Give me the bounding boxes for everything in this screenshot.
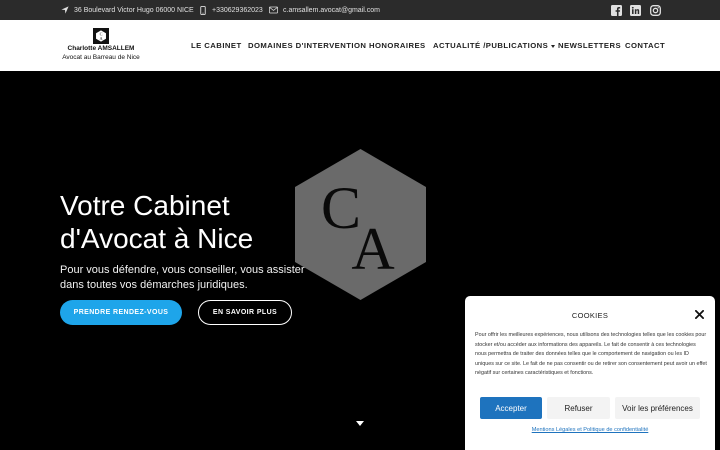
- nav-honoraires[interactable]: HONORAIRES: [369, 40, 426, 51]
- linkedin-icon[interactable]: [629, 4, 641, 16]
- envelope-icon: [269, 6, 278, 15]
- cookie-description: Pour offrir les meilleures expériences, …: [475, 332, 707, 377]
- location-arrow-icon: [60, 6, 69, 15]
- nav-label: HONORAIRES: [369, 41, 426, 50]
- nav-domaines[interactable]: DOMAINES D'INTERVENTION: [248, 40, 366, 51]
- hex-letter-a: A: [351, 216, 394, 282]
- phone[interactable]: +330629362023: [198, 0, 263, 20]
- facebook-icon[interactable]: [610, 4, 622, 16]
- nav-contact[interactable]: CONTACT: [625, 40, 665, 51]
- nav-label: DOMAINES D'INTERVENTION: [248, 41, 367, 50]
- email-text[interactable]: c.amsallem.avocat@gmail.com: [283, 7, 380, 14]
- nav-newsletters[interactable]: NEWSLETTERS: [558, 40, 621, 51]
- address-text: 36 Boulevard Victor Hugo 06000 NICE: [74, 6, 194, 14]
- brand-subtitle: Avocat au Barreau de Nice: [62, 54, 140, 61]
- main-header: CA Charlotte AMSALLEM Avocat au Barreau …: [0, 20, 720, 71]
- cookie-consent-dialog: COOKIES Pour offrir les meilleures expér…: [465, 296, 715, 450]
- hero-title-line2: d'Avocat à Nice: [60, 223, 254, 254]
- view-preferences-button[interactable]: Voir les préférences: [615, 397, 700, 419]
- scroll-down-icon[interactable]: [356, 421, 364, 426]
- nav-actualite[interactable]: ACTUALITÉ /PUBLICATIONS: [433, 40, 556, 51]
- learn-more-button[interactable]: EN SAVOIR PLUS: [198, 300, 292, 325]
- nav-label: ACTUALITÉ /PUBLICATIONS: [433, 41, 549, 50]
- instagram-icon[interactable]: [649, 4, 661, 16]
- site-logo[interactable]: CA Charlotte AMSALLEM Avocat au Barreau …: [60, 28, 142, 61]
- brand-name: Charlotte AMSALLEM: [67, 45, 135, 52]
- nav-label: CONTACT: [625, 41, 666, 50]
- hero-title-line1: Votre Cabinet: [60, 190, 230, 221]
- hero-subtitle: Pour vous défendre, vous conseiller, vou…: [60, 264, 305, 291]
- legal-notice-link[interactable]: Mentions Légales et Politique de confide…: [465, 427, 715, 433]
- hero-title: Votre Cabinet d'Avocat à Nice: [60, 189, 253, 255]
- nav-label: NEWSLETTERS: [558, 41, 622, 50]
- chevron-down-icon: [551, 44, 556, 48]
- nav-le-cabinet[interactable]: LE CABINET: [191, 40, 242, 51]
- accept-cookies-button[interactable]: Accepter: [480, 397, 542, 419]
- close-icon[interactable]: [694, 309, 705, 320]
- top-bar: 36 Boulevard Victor Hugo 06000 NICE +330…: [0, 0, 720, 20]
- phone-text[interactable]: +330629362023: [212, 7, 263, 14]
- phone-icon: [198, 5, 207, 15]
- email[interactable]: c.amsallem.avocat@gmail.com: [269, 0, 380, 20]
- nav-label: LE CABINET: [191, 41, 242, 50]
- cookie-title: COOKIES: [571, 311, 609, 320]
- book-appointment-button[interactable]: PRENDRE RENDEZ-VOUS: [60, 300, 182, 325]
- logo-emblem-icon: CA: [93, 28, 109, 44]
- refuse-cookies-button[interactable]: Refuser: [547, 397, 610, 419]
- address: 36 Boulevard Victor Hugo 06000 NICE: [60, 0, 194, 20]
